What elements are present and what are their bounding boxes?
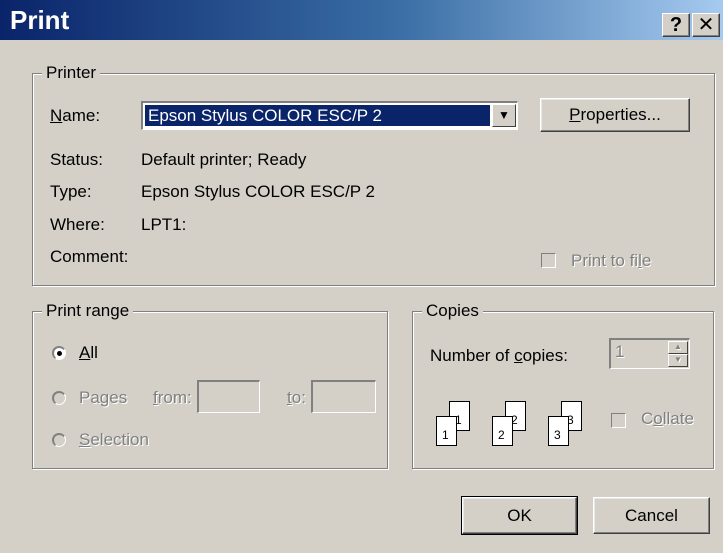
all-radio[interactable] bbox=[52, 346, 66, 360]
type-value: Epson Stylus COLOR ESC/P 2 bbox=[141, 182, 376, 201]
collate-checkbox[interactable] bbox=[611, 413, 626, 428]
help-icon: ? bbox=[669, 14, 683, 36]
copies-legend: Copies bbox=[422, 301, 483, 321]
to-label: to: bbox=[287, 388, 306, 407]
cancel-button[interactable]: Cancel bbox=[593, 497, 710, 534]
status-label: Status: bbox=[50, 150, 103, 169]
selection-radio[interactable] bbox=[52, 433, 66, 447]
type-label: Type: bbox=[50, 182, 92, 201]
from-label: from: bbox=[153, 388, 192, 407]
printer-name-dropdown[interactable]: Epson Stylus COLOR ESC/P 2 ▼ bbox=[141, 101, 518, 130]
dropdown-button[interactable]: ▼ bbox=[492, 104, 516, 127]
collate-label: Collate bbox=[641, 409, 694, 428]
spin-up-button[interactable]: ▲ bbox=[668, 341, 688, 354]
close-button[interactable]: ✕ bbox=[692, 13, 720, 37]
print-to-file-checkbox[interactable] bbox=[541, 253, 556, 268]
print-dialog: Print ? ✕ Printer Name: Epson Stylus COL… bbox=[0, 0, 723, 553]
all-label: All bbox=[79, 343, 98, 362]
name-label: Name: bbox=[50, 106, 101, 125]
status-value: Default printer; Ready bbox=[141, 150, 307, 169]
where-value: LPT1: bbox=[141, 215, 187, 234]
print-range-legend: Print range bbox=[42, 301, 134, 321]
pages-radio[interactable] bbox=[52, 391, 66, 405]
copies-spinner[interactable]: 1 ▲ ▼ bbox=[609, 338, 690, 369]
pages-label: Pages bbox=[79, 388, 128, 407]
spin-down-button[interactable]: ▼ bbox=[668, 354, 688, 367]
to-input[interactable] bbox=[311, 380, 376, 413]
page-3-front: 3 bbox=[548, 416, 569, 446]
print-to-file-label: Print to file bbox=[571, 251, 652, 270]
window-title: Print bbox=[10, 5, 70, 35]
number-of-copies-label: Number of copies: bbox=[430, 346, 568, 365]
page-2-front: 2 bbox=[492, 416, 513, 446]
close-icon: ✕ bbox=[697, 14, 715, 36]
printer-name-value: Epson Stylus COLOR ESC/P 2 bbox=[145, 105, 490, 126]
help-button[interactable]: ? bbox=[662, 13, 690, 37]
ok-button[interactable]: OK bbox=[461, 496, 578, 535]
title-bar: Print ? ✕ bbox=[0, 0, 723, 40]
from-input[interactable] bbox=[197, 380, 260, 413]
chevron-down-icon: ▼ bbox=[498, 108, 510, 122]
selection-label: Selection bbox=[79, 430, 149, 449]
where-label: Where: bbox=[50, 215, 105, 234]
properties-button[interactable]: Properties... bbox=[540, 98, 690, 132]
comment-label: Comment: bbox=[50, 247, 129, 266]
copies-value: 1 bbox=[615, 342, 625, 361]
printer-legend: Printer bbox=[42, 63, 101, 83]
page-1-front: 1 bbox=[436, 416, 457, 446]
